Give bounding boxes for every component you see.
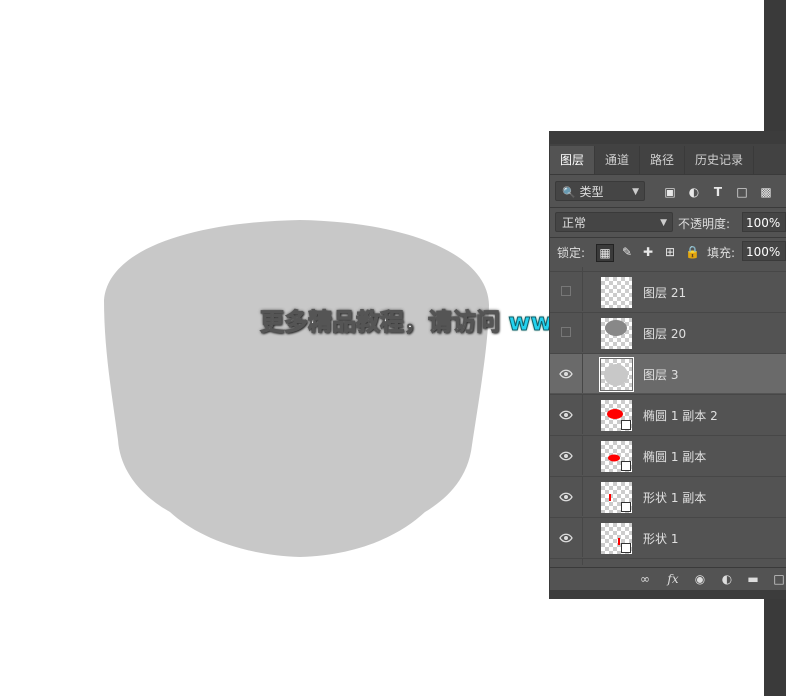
opacity-input[interactable]: 100% bbox=[742, 212, 786, 232]
lock-all-icon[interactable]: 🔒 bbox=[685, 245, 700, 259]
visibility-cell[interactable] bbox=[550, 354, 583, 393]
layer-name: 形状 1 副本 bbox=[643, 491, 707, 505]
layer-row[interactable]: 图层 20 bbox=[550, 312, 786, 352]
layer-row[interactable]: 椭圆 1 副本 bbox=[550, 435, 786, 475]
layer-row[interactable]: 椭圆 1 副本 2 bbox=[550, 394, 786, 434]
layer-row[interactable]: 形状 1 副本 bbox=[550, 476, 786, 516]
shape-layer-icon bbox=[621, 543, 631, 553]
new-layer-icon[interactable]: □ bbox=[772, 572, 786, 586]
tab-history[interactable]: 历史记录 bbox=[685, 146, 755, 174]
eye-icon[interactable] bbox=[559, 531, 573, 545]
visibility-cell[interactable] bbox=[550, 477, 583, 516]
lock-transparent-pixels-icon[interactable]: ▦ bbox=[596, 244, 614, 262]
divider bbox=[550, 207, 786, 208]
watermark-chinese: 更多精品教程，请访问 bbox=[260, 308, 501, 337]
shape-layer-icon bbox=[621, 461, 631, 471]
search-icon: 🔍 bbox=[562, 186, 576, 199]
layer-name: 图层 3 bbox=[643, 368, 679, 382]
visibility-cell[interactable] bbox=[550, 272, 583, 311]
layer-name: 椭圆 1 副本 bbox=[643, 450, 707, 464]
layer-name: 椭圆 1 副本 2 bbox=[643, 409, 718, 423]
layer-row[interactable]: 形状 1 bbox=[550, 517, 786, 557]
add-mask-icon[interactable]: ◉ bbox=[693, 572, 707, 586]
fill-label: 填充: bbox=[707, 246, 736, 260]
opacity-label: 不透明度: bbox=[678, 217, 731, 231]
eye-icon[interactable] bbox=[559, 367, 573, 381]
smart-object-filter-icon[interactable]: ▩ bbox=[759, 185, 773, 199]
layers-panel: 图层 通道 路径 历史记录 🔍 类型 ▼ ▣ ◐ T □ ▩ 正常 ▼ 不透明度… bbox=[549, 131, 786, 599]
tab-paths[interactable]: 路径 bbox=[640, 146, 686, 174]
visibility-cell bbox=[550, 559, 583, 565]
adjustment-layer-icon[interactable]: ◐ bbox=[720, 572, 734, 586]
type-filter-icon[interactable]: T bbox=[711, 185, 725, 199]
image-filter-icon[interactable]: ▣ bbox=[663, 185, 677, 199]
visibility-cell[interactable] bbox=[550, 436, 583, 475]
shape-filter-icon[interactable]: □ bbox=[735, 185, 749, 199]
visibility-cell[interactable] bbox=[550, 313, 583, 352]
chevron-down-icon: ▼ bbox=[660, 218, 667, 228]
link-layers-icon[interactable]: ∞ bbox=[638, 572, 652, 586]
filter-kind-select[interactable]: 🔍 类型 ▼ bbox=[555, 181, 645, 201]
shape-layer-icon bbox=[621, 502, 631, 512]
visibility-cell[interactable] bbox=[550, 395, 583, 434]
thumbnail-light-blob bbox=[604, 364, 628, 386]
panel-bottom-bar bbox=[550, 590, 786, 599]
eye-icon[interactable] bbox=[559, 490, 573, 504]
layer-name: 图层 20 bbox=[643, 327, 687, 341]
layer-thumbnail bbox=[599, 357, 634, 392]
new-group-folder-icon[interactable]: ▬ bbox=[746, 572, 760, 586]
panel-title-bar[interactable] bbox=[550, 131, 786, 144]
layer-name: 形状 1 bbox=[643, 532, 679, 546]
tab-channels[interactable]: 通道 bbox=[595, 146, 641, 174]
lock-position-icon[interactable]: ✚ bbox=[641, 245, 655, 259]
visibility-toggle-off[interactable] bbox=[561, 327, 571, 337]
layer-thumbnail bbox=[601, 277, 632, 308]
layer-row[interactable]: 图层 21 bbox=[550, 271, 786, 311]
visibility-cell[interactable] bbox=[550, 518, 583, 557]
eye-icon[interactable] bbox=[559, 408, 573, 422]
layer-thumbnail bbox=[601, 318, 632, 349]
lock-artboard-icon[interactable]: ⊞ bbox=[663, 245, 677, 259]
lock-label: 锁定: bbox=[557, 246, 586, 260]
fill-input[interactable]: 100% bbox=[742, 241, 786, 261]
tab-layers[interactable]: 图层 bbox=[550, 146, 596, 174]
lock-image-pixels-icon[interactable]: ✎ bbox=[620, 245, 634, 259]
fx-icon[interactable]: fx bbox=[666, 572, 680, 586]
divider bbox=[550, 237, 786, 238]
layer-name: 图层 21 bbox=[643, 286, 687, 300]
blend-mode-select[interactable]: 正常 ▼ bbox=[555, 212, 673, 232]
blend-mode-value: 正常 bbox=[562, 216, 587, 230]
panel-footer: ∞ fx ◉ ◐ ▬ □ bbox=[550, 567, 786, 590]
eye-icon[interactable] bbox=[559, 449, 573, 463]
adjustment-filter-icon[interactable]: ◐ bbox=[687, 185, 701, 199]
panel-tabs: 图层 通道 路径 历史记录 bbox=[550, 144, 786, 175]
canvas-cylinder-shape bbox=[104, 220, 489, 557]
thumbnail-gray-blob bbox=[605, 320, 627, 336]
layer-list: 图层 21 图层 20 图层 3 椭圆 1 副本 2 椭圆 1 副本 形状 1 … bbox=[550, 267, 786, 565]
visibility-toggle-off[interactable] bbox=[561, 286, 571, 296]
chevron-down-icon: ▼ bbox=[632, 187, 639, 197]
shape-layer-icon bbox=[621, 420, 631, 430]
layer-row-partial[interactable] bbox=[550, 558, 786, 565]
filter-kind-label: 类型 bbox=[579, 185, 604, 199]
layer-row-selected[interactable]: 图层 3 bbox=[550, 353, 786, 393]
